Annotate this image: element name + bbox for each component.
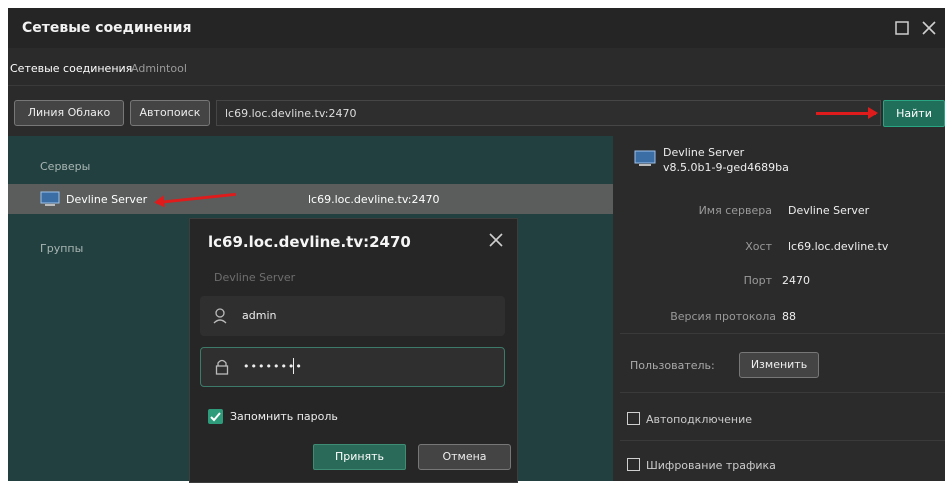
port-label: Порт [743,274,772,287]
monitor-icon [634,150,656,171]
divider [620,440,945,441]
lock-icon [215,359,229,378]
servers-section-label: Серверы [40,160,91,173]
port-value: 2470 [782,274,810,287]
server-list-item[interactable]: Devline Server lc69.loc.devline.tv:2470 [8,184,613,214]
dialog-close-icon[interactable] [489,233,503,250]
server-address-input[interactable]: lc69.loc.devline.tv:2470 [216,100,881,126]
server-name-label: Имя сервера [698,204,772,217]
divider [620,333,945,334]
cloud-button[interactable]: Линия Облако [14,100,124,126]
window-title: Сетевые соединения [22,20,192,36]
password-field[interactable]: •••••••• [200,347,505,387]
maximize-icon[interactable] [891,17,913,39]
protocol-version-value: 88 [782,310,796,323]
tab-admintool[interactable]: Admintool [131,62,187,75]
tab-network-connections[interactable]: Сетевые соединения [10,62,132,75]
host-label: Хост [745,240,772,253]
protocol-version-label: Версия протокола [670,310,776,323]
remember-label: Запомнить пароль [230,410,338,423]
divider [620,392,945,393]
autosearch-button[interactable]: Автопоиск [130,100,210,126]
tab-bar: Сетевые соединения Admintool [8,48,945,86]
remember-checkbox[interactable] [208,409,223,424]
details-server-title: Devline Server [663,146,745,159]
accept-button[interactable]: Принять [313,444,406,470]
server-details-panel: Devline Server v8.5.0b1-9-ged4689ba Имя … [620,136,945,481]
monitor-icon [40,191,60,210]
host-value: lc69.loc.devline.tv [788,240,889,253]
text-cursor [293,358,294,374]
dialog-title: lc69.loc.devline.tv:2470 [208,233,411,251]
red-arrow-annotation [816,107,878,119]
change-user-button[interactable]: Изменить [739,352,819,378]
user-icon [213,308,227,327]
title-bar: Сетевые соединения [8,8,945,48]
server-name: Devline Server [66,193,148,206]
encryption-checkbox[interactable] [627,458,640,471]
username-value: admin [242,309,277,322]
login-dialog: lc69.loc.devline.tv:2470 Devline Server … [189,218,518,483]
dialog-subtitle: Devline Server [214,271,296,284]
autoconnect-label: Автоподключение [646,413,752,426]
user-label: Пользователь: [630,359,715,372]
find-button[interactable]: Найти [883,100,945,127]
encryption-label: Шифрование трафика [646,459,776,472]
autoconnect-checkbox[interactable] [627,412,640,425]
server-address: lc69.loc.devline.tv:2470 [308,193,440,206]
server-name-value: Devline Server [788,204,870,217]
close-icon[interactable] [918,17,940,39]
groups-section-label: Группы [40,242,84,255]
details-server-version: v8.5.0b1-9-ged4689ba [663,161,789,174]
cancel-button[interactable]: Отмена [418,444,511,470]
username-field[interactable]: admin [200,296,505,336]
